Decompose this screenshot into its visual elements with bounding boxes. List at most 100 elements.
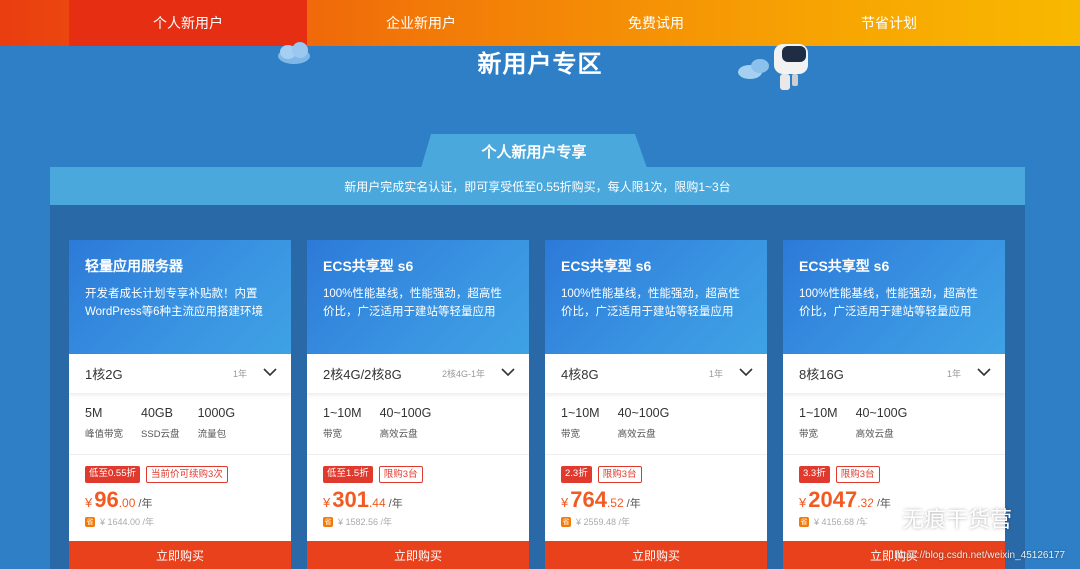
price-integer: 96 xyxy=(94,487,119,512)
price-unit: /年 xyxy=(626,498,641,510)
feature-label: 高效云盘 xyxy=(379,429,418,440)
feature-item: 40~100G 高效云盘 xyxy=(618,406,670,450)
price-unit: /年 xyxy=(388,498,403,510)
save-tag-icon: 省 xyxy=(323,516,333,527)
save-tag-icon: 省 xyxy=(561,516,571,527)
feature-item: 1~10M 带宽 xyxy=(561,406,600,450)
price: ¥ 96 .00 /年 xyxy=(85,487,275,513)
discount-badge: 2.3折 xyxy=(561,466,592,483)
spec-dropdown[interactable]: 1核2G 1年 xyxy=(69,354,291,394)
section-tab-label: 个人新用户专享 xyxy=(481,143,587,161)
card-description: 100%性能基线，性能强劲，超高性价比，广泛适用于建站等轻量应用 xyxy=(323,288,502,318)
feature-item: 1~10M 带宽 xyxy=(323,406,362,450)
badge-row: 低至0.55折 当前价可续购3次 xyxy=(85,466,275,483)
price: ¥ 764 .52 /年 xyxy=(561,487,751,513)
spec-value: 1核2G xyxy=(85,367,123,382)
feature-label: 高效云盘 xyxy=(617,429,656,440)
price-area: 低至1.5折 限购3台 ¥ 301 .44 /年 省 ¥ 1582.56 /年 xyxy=(307,455,529,528)
spec-dropdown[interactable]: 8核16G 1年 xyxy=(783,354,1005,394)
page-title: 新用户专区 xyxy=(477,51,603,78)
save-tag-icon: 省 xyxy=(85,516,95,527)
feature-value: 40~100G xyxy=(617,406,670,420)
card-description: 100%性能基线，性能强劲，超高性价比，广泛适用于建站等轻量应用 xyxy=(561,288,740,318)
spec-duration: 1年 xyxy=(708,369,723,379)
spec-duration: 1年 xyxy=(232,369,247,379)
chevron-down-icon xyxy=(739,368,753,377)
card-title: ECS共享型 s6 xyxy=(561,258,652,274)
price-integer: 764 xyxy=(570,487,607,512)
feature-value: 40GB xyxy=(141,406,173,420)
chevron-down-icon xyxy=(501,368,515,377)
feature-list: 1~10M 带宽 40~100G 高效云盘 xyxy=(307,394,529,450)
discount-badge: 3.3折 xyxy=(799,466,830,483)
spec-value: 2核4G/2核8G xyxy=(323,367,402,382)
price: ¥ 301 .44 /年 xyxy=(323,487,513,513)
wechat-icon xyxy=(863,506,896,531)
limit-badge: 限购3台 xyxy=(835,466,880,483)
product-card: ECS共享型 s6 100%性能基线，性能强劲，超高性价比，广泛适用于建站等轻量… xyxy=(545,240,767,569)
spec-duration: 2核4G-1年 xyxy=(441,369,485,379)
card-description: 100%性能基线，性能强劲，超高性价比，广泛适用于建站等轻量应用 xyxy=(799,288,978,318)
feature-label: 带宽 xyxy=(799,429,819,440)
watermark-url: https://blog.csdn.net/weixin_45126177 xyxy=(895,550,1066,561)
spec-dropdown[interactable]: 2核4G/2核8G 2核4G-1年 xyxy=(307,354,529,394)
buy-now-button[interactable]: 立即购买 xyxy=(307,541,529,569)
limit-badge: 限购3台 xyxy=(378,466,423,483)
buy-now-button[interactable]: 立即购买 xyxy=(69,541,291,569)
chevron-down-icon xyxy=(977,368,991,377)
discount-badge: 低至1.5折 xyxy=(323,466,373,483)
limit-badge: 当前价可续购3次 xyxy=(146,466,228,483)
price-decimal: .44 xyxy=(368,496,386,510)
badge-row: 3.3折 限购3台 xyxy=(799,466,989,483)
feature-item: 40~100G 高效云盘 xyxy=(380,406,432,450)
original-price-value: ¥ 2559.48 /年 xyxy=(576,517,631,527)
feature-value: 1~10M xyxy=(799,406,838,420)
buy-now-button[interactable]: 立即购买 xyxy=(545,541,767,569)
price-currency: ¥ xyxy=(323,495,331,510)
feature-value: 1~10M xyxy=(323,406,362,420)
original-price: 省 ¥ 1582.56 /年 xyxy=(323,515,513,528)
watermark-name: 无痕干货营 xyxy=(902,507,1013,532)
feature-value: 5M xyxy=(85,406,103,420)
feature-value: 40~100G xyxy=(379,406,432,420)
tab-enterprise-new-user[interactable]: 企业新用户 xyxy=(302,0,540,46)
original-price-value: ¥ 1644.00 /年 xyxy=(100,517,155,527)
feature-label: 带宽 xyxy=(561,429,581,440)
top-nav: 个人新用户 企业新用户 免费试用 节省计划 xyxy=(0,0,1080,46)
watermark-logo: 无痕干货营 xyxy=(862,502,1012,534)
section-tab[interactable]: 个人新用户专享 xyxy=(421,134,647,168)
spec-value: 4核8G xyxy=(561,367,599,382)
price-currency: ¥ xyxy=(85,495,93,510)
price-currency: ¥ xyxy=(561,495,569,510)
feature-list: 1~10M 带宽 40~100G 高效云盘 xyxy=(545,394,767,450)
badge-row: 2.3折 限购3台 xyxy=(561,466,751,483)
card-header: ECS共享型 s6 100%性能基线，性能强劲，超高性价比，广泛适用于建站等轻量… xyxy=(545,240,767,354)
original-price-value: ¥ 1582.56 /年 xyxy=(338,517,393,527)
feature-item: 1~10M 带宽 xyxy=(799,406,838,450)
feature-item: 40GB SSD云盘 xyxy=(141,406,180,450)
badge-row: 低至1.5折 限购3台 xyxy=(323,466,513,483)
notice-bar: 新用户完成实名认证，即可享受低至0.55折购买，每人限1次，限购1~3台 xyxy=(50,167,1025,205)
price-integer: 2047 xyxy=(808,487,858,512)
price-area: 2.3折 限购3台 ¥ 764 .52 /年 省 ¥ 2559.48 /年 xyxy=(545,455,767,528)
feature-label: SSD云盘 xyxy=(141,429,180,440)
original-price: 省 ¥ 2559.48 /年 xyxy=(561,515,751,528)
card-title: 轻量应用服务器 xyxy=(85,258,183,274)
feature-item: 5M 峰值带宽 xyxy=(85,406,123,450)
feature-list: 5M 峰值带宽 40GB SSD云盘 1000G 流量包 xyxy=(69,394,291,450)
card-header: 轻量应用服务器 开发者成长计划专享补贴款！内置WordPress等6种主流应用搭… xyxy=(69,240,291,354)
price-decimal: .00 xyxy=(118,496,136,510)
card-description: 开发者成长计划专享补贴款！内置WordPress等6种主流应用搭建环境 xyxy=(85,288,264,318)
feature-value: 1~10M xyxy=(561,406,600,420)
feature-label: 流量包 xyxy=(197,429,227,440)
original-price-value: ¥ 4156.68 /年 xyxy=(814,517,869,527)
feature-label: 高效云盘 xyxy=(855,429,894,440)
feature-label: 峰值带宽 xyxy=(85,429,124,440)
spec-value: 8核16G xyxy=(799,367,844,382)
card-header: ECS共享型 s6 100%性能基线，性能强劲，超高性价比，广泛适用于建站等轻量… xyxy=(307,240,529,354)
feature-label: 带宽 xyxy=(323,429,343,440)
spec-duration: 1年 xyxy=(946,369,961,379)
spec-dropdown[interactable]: 4核8G 1年 xyxy=(545,354,767,394)
feature-item: 40~100G 高效云盘 xyxy=(856,406,908,450)
product-card: ECS共享型 s6 100%性能基线，性能强劲，超高性价比，广泛适用于建站等轻量… xyxy=(307,240,529,569)
